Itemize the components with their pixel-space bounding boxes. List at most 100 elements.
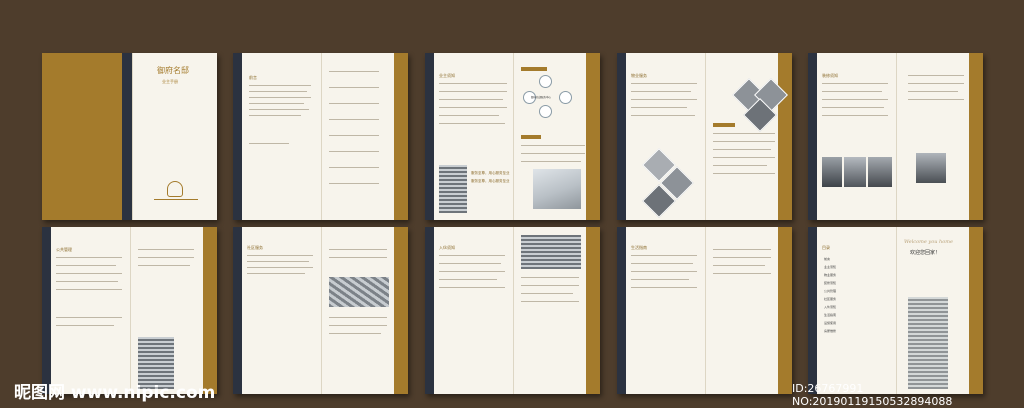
text-line [713,141,775,142]
text-line [329,151,379,152]
text-line [439,279,497,280]
text-line [329,103,379,104]
text-line [713,157,775,158]
text-line [713,149,771,150]
toc-item: 业主须知 [824,265,837,269]
text-line [329,325,387,326]
toc-item: 公共管理 [824,289,837,293]
text-line [138,265,190,266]
text-line [713,265,765,266]
aerial-photo [329,277,389,307]
text-line [56,281,118,282]
cover-divider [154,199,198,200]
text-line [439,287,505,288]
text-line [329,119,379,120]
text-line [56,289,122,290]
text-block [249,85,311,86]
text-line [56,317,122,318]
page-heading: 入伙须知 [439,245,455,250]
text-line [631,279,689,280]
brochure-spread-notice: 业主须知 服务至尊，用心服务至业 服务至尊，用心服务至业 御府名邸服务中心 [425,53,600,220]
text-line [631,91,691,92]
text-line [908,83,964,84]
text-line [439,123,505,124]
text-line [713,133,775,134]
brochure-spread-cover: 御府名邸 业主手册 [42,53,217,220]
text-line [247,255,313,256]
section-tag [713,123,735,127]
diagram-center-label: 御府名邸服务中心 [531,96,552,99]
text-line [908,75,964,76]
diagram-node [539,75,552,88]
building-photo [908,297,948,389]
text-line [631,263,693,264]
text-line [439,271,505,272]
toc-item: 前言 [824,257,831,261]
text-line [908,99,964,100]
page-heading: 公共管理 [56,247,72,252]
text-line [56,265,116,266]
people-photo [822,157,842,187]
slogan-text: 服务至尊，用心服务至业 [471,179,510,183]
diagram-node [559,91,572,104]
text-line [439,255,505,256]
text-line [521,145,585,146]
diagram-node [539,105,552,118]
cover-title: 御府名邸 [157,66,189,75]
text-line [521,285,579,286]
text-line [56,325,114,326]
text-line [631,287,697,288]
toc-item: 设施使用 [824,321,837,325]
watermark-site: 昵图网 www.nipic.com [14,383,216,403]
text-line [329,249,387,250]
cover-subtitle: 业主手册 [162,79,178,84]
toc-item: 生活指南 [824,313,837,317]
slogan-text: 服务至尊，用心服务至业 [471,171,510,175]
toc-item: 社区服务 [824,297,837,301]
text-line [329,71,379,72]
text-line [631,255,697,256]
brochure-spread-moving-in: 入伙须知 [425,227,600,394]
text-line [138,249,194,250]
brochure-spread-community: 社区服务 [233,227,408,394]
people-photo [916,153,946,183]
page-heading: 社区服务 [247,245,263,250]
text-line [247,273,305,274]
toc-item: 入伙须知 [824,305,837,309]
page-heading: 前言 [249,75,257,80]
toc-item: 装修须知 [824,281,837,285]
page-heading: 业主须知 [439,73,455,78]
text-line [247,261,309,262]
watermark-id: ID:26767991 NO:20190119150532894088 [792,382,953,408]
page-heading: 装修须知 [822,73,838,78]
text-line [631,99,697,100]
text-line [713,173,775,174]
section-tag [521,135,541,139]
text-line [329,183,379,184]
text-line [249,103,304,104]
people-photo [844,157,866,187]
text-line [329,317,387,318]
text-line [822,91,882,92]
text-line [631,115,695,116]
text-line [439,107,507,108]
welcome-cn: 欢迎您回家！ [910,250,941,256]
brochure-spread-preface: 前言 [233,53,408,220]
brochure-spread-services: 物业服务 [617,53,792,220]
page-heading: 物业服务 [631,73,647,78]
text-line [56,257,122,258]
people-photo [868,157,892,187]
brochure-spread-management: 公共管理 [42,227,217,394]
text-line [439,91,507,92]
brochure-spread-back-cover: 目录 前言 业主须知 物业服务 装修须知 公共管理 社区服务 入伙须知 生活指南… [808,227,983,394]
text-line [521,293,573,294]
building-photo [521,235,581,269]
text-line [249,115,301,116]
text-line [521,301,579,302]
text-line [631,83,697,84]
brochure-spread-renovation: 装修须知 [808,53,983,220]
text-line [521,153,585,154]
text-line [439,263,501,264]
text-line [713,165,767,166]
text-line [249,97,311,98]
